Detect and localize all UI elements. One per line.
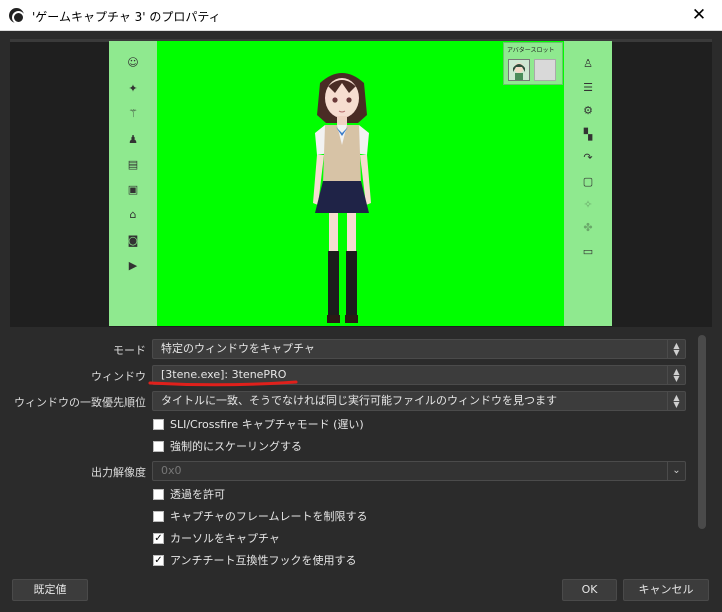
limit-framerate-label: キャプチャのフレームレートを制限する [170,510,368,523]
image-icon[interactable]: ▣ [126,184,140,196]
spin-arrows-icon: ▲ ▼ [667,340,685,358]
camera-icon[interactable]: ◙ [126,235,140,247]
window-label: ウィンドウ [91,370,146,383]
checkbox-checked-box[interactable]: ✓ [153,532,164,544]
scrollbar-thumb[interactable] [698,335,706,529]
preview-canvas: ☺ ✦ ⚚ ♟ ▤ ▣ ⌂ ◙ ▶ ♙ ☰ ⚙ ▚ ↷ ▢ ✧ ✤ ▭ アバター… [109,41,612,326]
output-resolution-select: 0x0 ⌄ [152,461,686,481]
capture-cursor-checkbox[interactable]: ✓ カーソルをキャプチャ [153,530,280,546]
spin-arrows-icon: ▲ ▼ [667,392,685,410]
avatar-thumbnail-2[interactable] [534,59,556,81]
redo-icon[interactable]: ↷ [581,152,595,164]
avatar-slot: アバタースロット [503,42,563,85]
person-icon[interactable]: ♙ [581,58,595,70]
wand-icon[interactable]: ⚚ [126,108,140,120]
tracking-icon: ✧ [583,198,593,211]
face-icon[interactable]: ☺ [126,57,140,69]
mode-select-value: 特定のウィンドウをキャプチャ [161,342,315,355]
ok-button[interactable]: OK [562,579,617,601]
group-icon[interactable]: ♟ [126,134,140,146]
match-priority-select[interactable]: タイトルに一致、そうでなければ同じ実行可能ファイルのウィンドウを見つます ▲ ▼ [152,391,686,411]
avatar-slot-label: アバタースロット [507,47,555,54]
fullscreen-icon[interactable]: ▭ [581,246,595,258]
capture-cursor-label: カーソルをキャプチャ [170,532,280,545]
avatar-thumbnail-1[interactable] [508,59,530,81]
match-priority-select-value: タイトルに一致、そうでなければ同じ実行可能ファイルのウィンドウを見つます [161,394,557,407]
motion-camera-icon[interactable]: ▚ [581,129,595,141]
frame-icon[interactable]: ▢ [581,176,595,188]
body-tracking-icon: ✤ [583,221,593,234]
anti-cheat-hook-label: アンチチート互換性フックを使用する [170,554,357,567]
anti-cheat-hook-checkbox[interactable]: ✓ アンチチート互換性フックを使用する [153,552,357,568]
vertical-scrollbar[interactable] [697,333,707,571]
checkbox-box[interactable] [153,418,164,430]
allow-transparency-label: 透過を許可 [170,488,225,501]
limit-framerate-checkbox[interactable]: キャプチャのフレームレートを制限する [153,508,368,524]
avatar-character [313,73,371,323]
chevron-down-icon: ⌄ [667,462,685,480]
gear-icon[interactable]: ⚙ [581,105,595,117]
window-title: 'ゲームキャプチャ 3' のプロパティ [32,10,221,24]
sliders-icon[interactable]: ☰ [581,82,595,94]
mode-label: モード [113,344,146,357]
pose-icon[interactable]: ✦ [126,83,140,95]
left-toolbar: ☺ ✦ ⚚ ♟ ▤ ▣ ⌂ ◙ ▶ [109,41,157,326]
cancel-button[interactable]: キャンセル [623,579,709,601]
checkbox-box[interactable] [153,510,164,522]
defaults-button[interactable]: 既定値 [12,579,88,601]
checkbox-box[interactable] [153,440,164,452]
force-scaling-checkbox[interactable]: 強制的にスケーリングする [153,438,302,454]
video-camera-icon[interactable]: ▶ [126,260,140,272]
red-annotation-underline [148,380,298,387]
sli-crossfire-label: SLI/Crossfire キャプチャモード (遅い) [170,418,364,431]
mode-select[interactable]: 特定のウィンドウをキャプチャ ▲ ▼ [152,339,686,359]
output-resolution-value: 0x0 [161,464,182,477]
right-toolbar: ♙ ☰ ⚙ ▚ ↷ ▢ ✧ ✤ ▭ [564,41,612,326]
spin-arrows-icon: ▲ ▼ [667,366,685,384]
sli-crossfire-checkbox[interactable]: SLI/Crossfire キャプチャモード (遅い) [153,416,364,432]
obs-app-icon [9,8,25,24]
sofa-icon[interactable]: ⌂ [126,209,140,221]
checkbox-checked-box[interactable]: ✓ [153,554,164,566]
title-bar: 'ゲームキャプチャ 3' のプロパティ ✕ [0,0,722,31]
checkbox-box[interactable] [153,488,164,500]
output-resolution-label: 出力解像度 [91,466,146,479]
match-priority-label: ウィンドウの一致優先順位 [14,396,146,409]
allow-transparency-checkbox[interactable]: 透過を許可 [153,486,225,502]
close-button[interactable]: ✕ [676,0,722,31]
stage-icon[interactable]: ▤ [126,159,140,171]
force-scaling-label: 強制的にスケーリングする [170,440,302,453]
